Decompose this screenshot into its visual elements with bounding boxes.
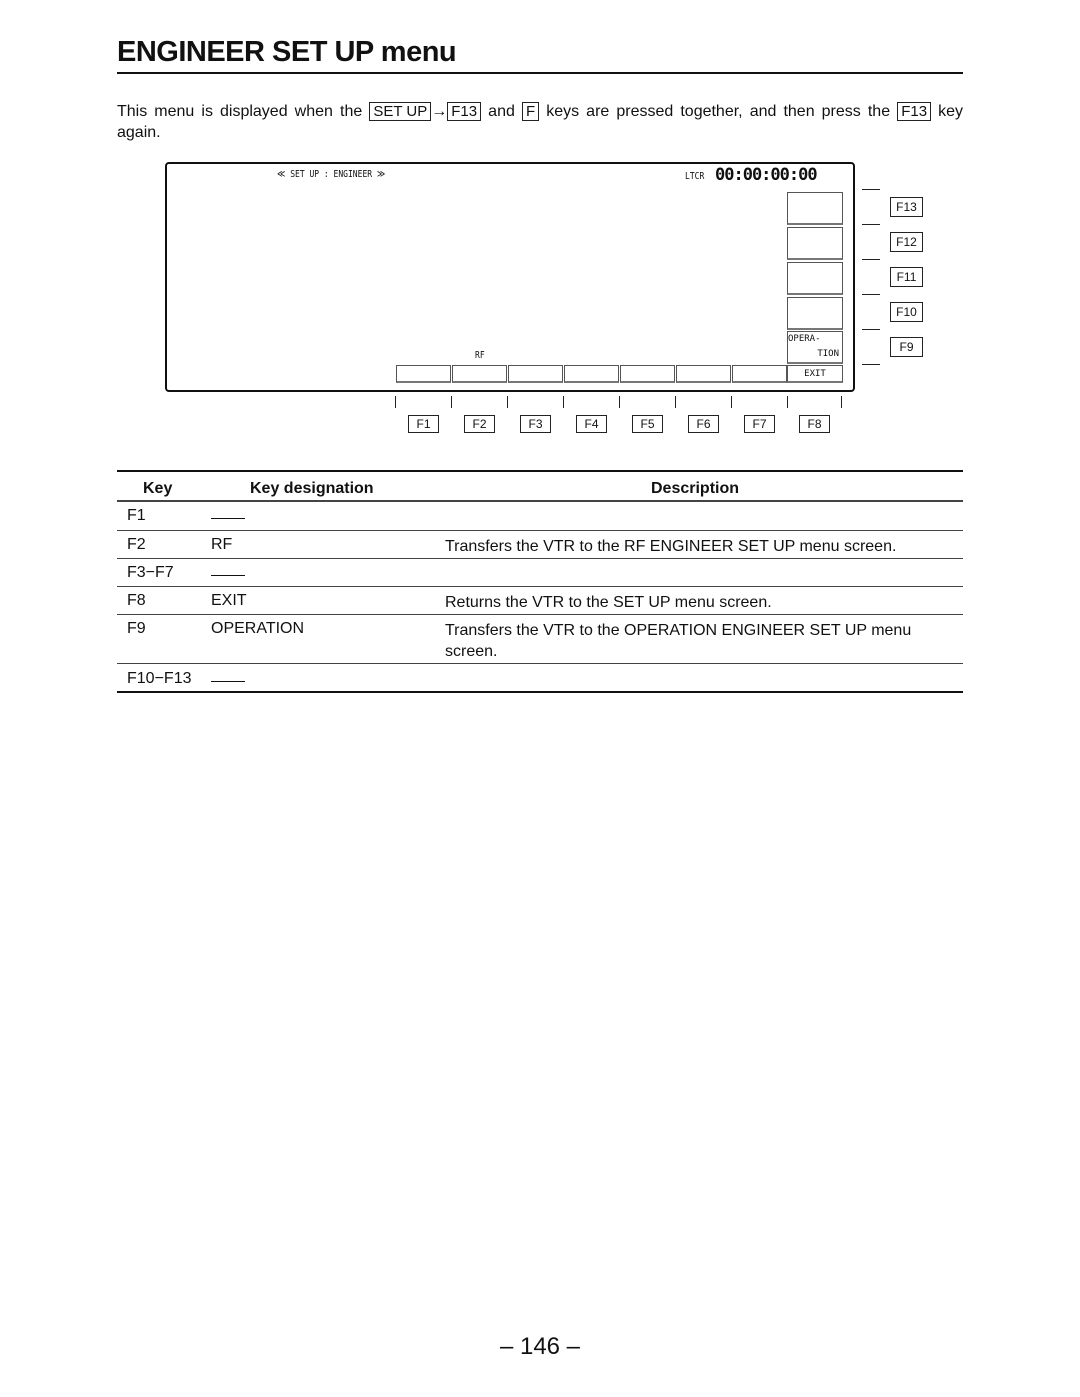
intro-paragraph: This menu is displayed when the SET UP → F… — [117, 101, 963, 143]
key-tick — [563, 396, 564, 408]
function-key-label-f7: F7 — [744, 415, 775, 433]
function-key-label-f12: F12 — [890, 232, 923, 252]
function-key-label-f4: F4 — [576, 415, 607, 433]
key-f13: F13 — [447, 102, 482, 121]
screen-button-f6 — [676, 365, 731, 383]
key-tick — [731, 396, 732, 408]
dash-placeholder — [211, 518, 245, 519]
screen-button-f3 — [508, 365, 563, 383]
function-key-label-f6: F6 — [688, 415, 719, 433]
row-description: Transfers the VTR to the OPERATION ENGIN… — [445, 622, 912, 660]
row-divider — [117, 614, 963, 615]
row-divider — [117, 558, 963, 559]
page-number: – 146 – — [499, 1333, 581, 1360]
title-rule — [117, 72, 963, 74]
header-designation: Key designation — [250, 480, 374, 497]
screen-button-f9: OPERA- TION — [787, 331, 843, 364]
row-key: F3−F7 — [127, 564, 174, 581]
key-tick — [675, 396, 676, 408]
intro-text: and — [488, 103, 515, 120]
screen-button-f11 — [787, 262, 843, 295]
row-designation: RF — [211, 536, 233, 553]
screen-button-f10 — [787, 297, 843, 330]
row-designation: OPERATION — [211, 620, 305, 637]
function-key-label-f2: F2 — [464, 415, 495, 433]
page-title: ENGINEER SET UP menu — [117, 36, 457, 68]
key-setup: SET UP — [369, 102, 432, 121]
header-rule — [117, 500, 963, 502]
function-key-label-f13: F13 — [890, 197, 923, 217]
key-tick — [862, 259, 880, 260]
function-key-label-f9: F9 — [890, 337, 923, 357]
screen-button-f2 — [452, 365, 507, 383]
key-tick — [787, 396, 788, 408]
dash-placeholder — [211, 575, 245, 576]
screen-button-f5 — [620, 365, 675, 383]
key-f: F — [521, 102, 540, 121]
function-key-label-f11: F11 — [890, 267, 923, 287]
key-tick — [862, 224, 880, 225]
key-tick — [395, 396, 396, 408]
function-key-label-f8: F8 — [799, 415, 830, 433]
function-key-label-f10: F10 — [890, 302, 923, 322]
f2-label: RF — [475, 350, 485, 361]
screen-button-f1 — [396, 365, 451, 383]
f8-label: EXIT — [804, 369, 826, 379]
screen-button-f7 — [732, 365, 787, 383]
timecode: 00:00:00:00 — [715, 165, 818, 185]
function-key-label-f5: F5 — [632, 415, 663, 433]
row-key: F1 — [127, 507, 146, 524]
vtr-screen-illustration: ≪ SET UP : ENGINEER ≫ LTCR 00:00:00:00 O… — [165, 162, 855, 392]
arrow: → — [431, 103, 448, 120]
row-key: F9 — [127, 620, 146, 637]
row-key: F2 — [127, 536, 146, 553]
function-key-label-f3: F3 — [520, 415, 551, 433]
intro-text: This menu is displayed when the — [117, 103, 363, 120]
row-key: F10−F13 — [127, 670, 192, 687]
header-key: Key — [143, 480, 173, 497]
screen-button-f12 — [787, 227, 843, 260]
header-description: Description — [651, 480, 740, 497]
screen-button-f13 — [787, 192, 843, 225]
row-divider — [117, 663, 963, 664]
row-divider — [117, 586, 963, 587]
key-tick — [451, 396, 452, 408]
key-tick — [507, 396, 508, 408]
dash-placeholder — [211, 681, 245, 682]
key-tick — [619, 396, 620, 408]
function-key-label-f1: F1 — [408, 415, 439, 433]
key-tick — [862, 329, 880, 330]
timecode-label: LTCR — [685, 171, 705, 182]
row-description: Transfers the VTR to the RF ENGINEER SET… — [445, 538, 897, 555]
key-tick — [862, 189, 880, 190]
table-bottom-rule — [117, 691, 963, 693]
row-description: Returns the VTR to the SET UP menu scree… — [445, 594, 772, 611]
screen-header: ≪ SET UP : ENGINEER ≫ — [277, 169, 386, 180]
screen-button-f8: EXIT — [787, 365, 843, 383]
table-top-rule — [117, 470, 963, 472]
key-tick — [862, 294, 880, 295]
intro-text: keys are pressed together, and then pres… — [546, 103, 891, 120]
row-divider — [117, 530, 963, 531]
screen-button-f4 — [564, 365, 619, 383]
row-key: F8 — [127, 592, 146, 609]
key-f13: F13 — [897, 102, 932, 121]
key-tick — [841, 396, 842, 408]
row-designation: EXIT — [211, 592, 247, 609]
f9-label: OPERA- — [788, 334, 821, 344]
manual-page: ENGINEER SET UP menu This menu is displa… — [0, 0, 1080, 1397]
key-tick — [862, 364, 880, 365]
f9-label: TION — [817, 349, 839, 359]
